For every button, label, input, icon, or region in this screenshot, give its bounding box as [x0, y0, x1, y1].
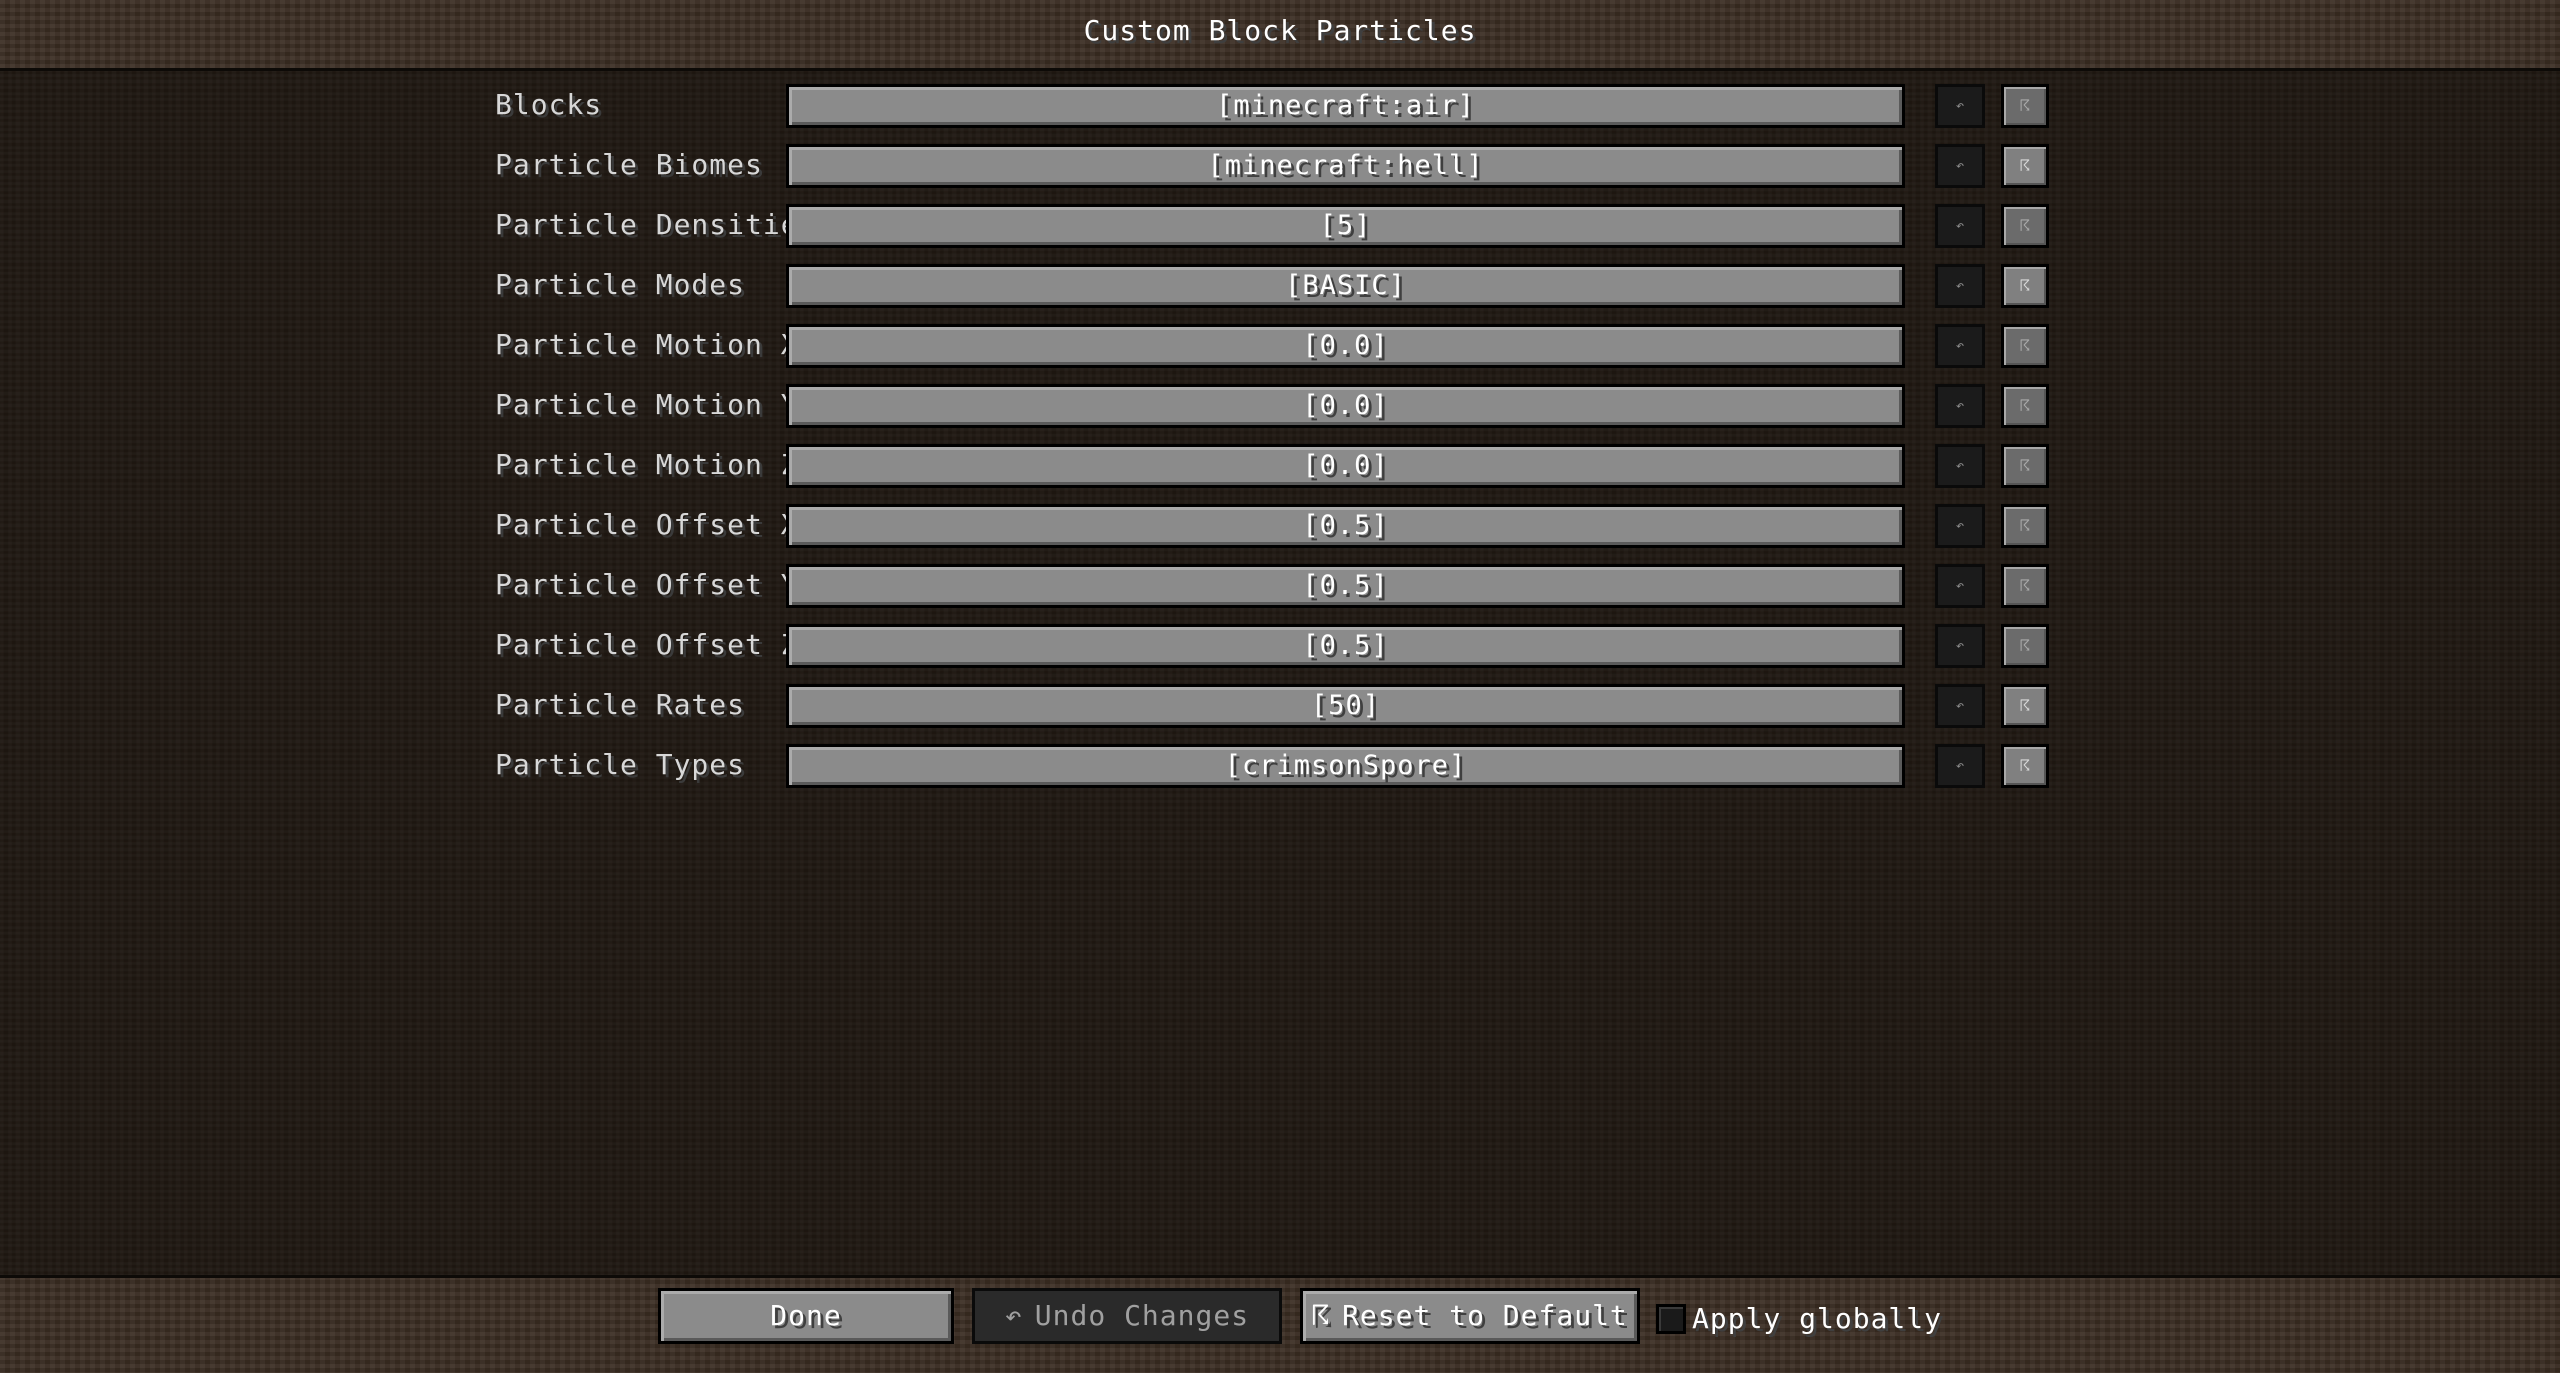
setting-label: Particle Rates — [495, 688, 746, 721]
reset-broom-icon: ☈ — [2020, 396, 2030, 415]
undo-arrow-icon: ↶ — [1955, 398, 1965, 414]
setting-label: Blocks — [495, 88, 603, 121]
setting-row: Particle Modes [BASIC] ↶ ☈ — [495, 264, 2049, 314]
row-undo-button[interactable]: ↶ — [1935, 84, 1985, 128]
undo-arrow-icon: ↶ — [1955, 338, 1965, 354]
setting-value-button[interactable]: [0.0] — [786, 444, 1905, 488]
reset-to-default-button[interactable]: ☈ Reset to Default — [1300, 1288, 1640, 1344]
undo-arrow-icon: ↶ — [1955, 638, 1965, 654]
undo-changes-label: Undo Changes — [1034, 1299, 1250, 1332]
setting-label: Particle Offset X — [495, 508, 799, 541]
setting-value-button[interactable]: [0.5] — [786, 564, 1905, 608]
setting-value-button[interactable]: [50] — [786, 684, 1905, 728]
undo-changes-button[interactable]: ↶ Undo Changes — [972, 1288, 1282, 1344]
setting-label: Particle Types — [495, 748, 746, 781]
undo-arrow-icon: ↶ — [1955, 578, 1965, 594]
row-reset-button[interactable]: ☈ — [2001, 324, 2049, 368]
setting-label: Particle Motion X — [495, 328, 799, 361]
row-undo-button[interactable]: ↶ — [1935, 204, 1985, 248]
reset-to-default-label: Reset to Default — [1342, 1299, 1628, 1332]
undo-arrow-icon: ↶ — [1955, 518, 1965, 534]
row-undo-button[interactable]: ↶ — [1935, 744, 1985, 788]
row-reset-button[interactable]: ☈ — [2001, 84, 2049, 128]
reset-broom-icon: ☈ — [2020, 636, 2030, 655]
reset-broom-icon: ☈ — [2020, 96, 2030, 115]
setting-value-button[interactable]: [BASIC] — [786, 264, 1905, 308]
row-reset-button[interactable]: ☈ — [2001, 204, 2049, 248]
reset-broom-icon: ☈ — [2020, 336, 2030, 355]
row-reset-button[interactable]: ☈ — [2001, 264, 2049, 308]
row-reset-button[interactable]: ☈ — [2001, 504, 2049, 548]
setting-label: Particle Modes — [495, 268, 746, 301]
reset-broom-icon: ☈ — [2020, 156, 2030, 175]
setting-value-button[interactable]: [crimsonSpore] — [786, 744, 1905, 788]
setting-row: Particle Types [crimsonSpore] ↶ ☈ — [495, 744, 2049, 794]
apply-globally-label: Apply globally — [1692, 1302, 1943, 1335]
undo-arrow-icon: ↶ — [1004, 1299, 1023, 1332]
row-undo-button[interactable]: ↶ — [1935, 264, 1985, 308]
setting-row: Particle Motion Y [0.0] ↶ ☈ — [495, 384, 2049, 434]
row-reset-button[interactable]: ☈ — [2001, 564, 2049, 608]
setting-value-button[interactable]: [minecraft:hell] — [786, 144, 1905, 188]
setting-value-button[interactable]: [0.5] — [786, 624, 1905, 668]
reset-broom-icon: ☈ — [2020, 696, 2030, 715]
setting-label: Particle Offset Z — [495, 628, 799, 661]
setting-value-button[interactable]: [0.5] — [786, 504, 1905, 548]
page-title: Custom Block Particles — [1083, 14, 1477, 47]
row-undo-button[interactable]: ↶ — [1935, 564, 1985, 608]
setting-label: Particle Densities — [495, 208, 817, 241]
row-reset-button[interactable]: ☈ — [2001, 624, 2049, 668]
reset-broom-icon: ☈ — [1312, 1299, 1331, 1332]
setting-row: Particle Densities [5] ↶ ☈ — [495, 204, 2049, 254]
row-reset-button[interactable]: ☈ — [2001, 684, 2049, 728]
setting-row: Particle Motion Z [0.0] ↶ ☈ — [495, 444, 2049, 494]
setting-label: Particle Biomes — [495, 148, 763, 181]
setting-row: Particle Offset X [0.5] ↶ ☈ — [495, 504, 2049, 554]
setting-label: Particle Motion Z — [495, 448, 799, 481]
done-button-label: Done — [770, 1299, 842, 1332]
setting-row: Particle Motion X [0.0] ↶ ☈ — [495, 324, 2049, 374]
undo-arrow-icon: ↶ — [1955, 758, 1965, 774]
reset-broom-icon: ☈ — [2020, 276, 2030, 295]
undo-arrow-icon: ↶ — [1955, 458, 1965, 474]
undo-arrow-icon: ↶ — [1955, 218, 1965, 234]
setting-row: Particle Offset Y [0.5] ↶ ☈ — [495, 564, 2049, 614]
undo-arrow-icon: ↶ — [1955, 98, 1965, 114]
row-reset-button[interactable]: ☈ — [2001, 144, 2049, 188]
row-undo-button[interactable]: ↶ — [1935, 144, 1985, 188]
setting-row: Particle Offset Z [0.5] ↶ ☈ — [495, 624, 2049, 674]
undo-arrow-icon: ↶ — [1955, 698, 1965, 714]
undo-arrow-icon: ↶ — [1955, 278, 1965, 294]
setting-value-button[interactable]: [minecraft:air] — [786, 84, 1905, 128]
row-reset-button[interactable]: ☈ — [2001, 744, 2049, 788]
reset-broom-icon: ☈ — [2020, 216, 2030, 235]
setting-row: Particle Biomes [minecraft:hell] ↶ ☈ — [495, 144, 2049, 194]
row-reset-button[interactable]: ☈ — [2001, 384, 2049, 428]
reset-broom-icon: ☈ — [2020, 576, 2030, 595]
apply-globally-checkbox[interactable] — [1656, 1304, 1686, 1334]
row-reset-button[interactable]: ☈ — [2001, 444, 2049, 488]
row-undo-button[interactable]: ↶ — [1935, 384, 1985, 428]
row-undo-button[interactable]: ↶ — [1935, 504, 1985, 548]
setting-value-button[interactable]: [0.0] — [786, 384, 1905, 428]
done-button[interactable]: Done — [658, 1288, 954, 1344]
setting-row: Particle Rates [50] ↶ ☈ — [495, 684, 2049, 734]
row-undo-button[interactable]: ↶ — [1935, 324, 1985, 368]
reset-broom-icon: ☈ — [2020, 756, 2030, 775]
row-undo-button[interactable]: ↶ — [1935, 684, 1985, 728]
undo-arrow-icon: ↶ — [1955, 158, 1965, 174]
setting-label: Particle Motion Y — [495, 388, 799, 421]
row-undo-button[interactable]: ↶ — [1935, 624, 1985, 668]
setting-row: Blocks [minecraft:air] ↶ ☈ — [495, 84, 2049, 134]
reset-broom-icon: ☈ — [2020, 456, 2030, 475]
setting-label: Particle Offset Y — [495, 568, 799, 601]
setting-value-button[interactable]: [0.0] — [786, 324, 1905, 368]
reset-broom-icon: ☈ — [2020, 516, 2030, 535]
setting-value-button[interactable]: [5] — [786, 204, 1905, 248]
row-undo-button[interactable]: ↶ — [1935, 444, 1985, 488]
